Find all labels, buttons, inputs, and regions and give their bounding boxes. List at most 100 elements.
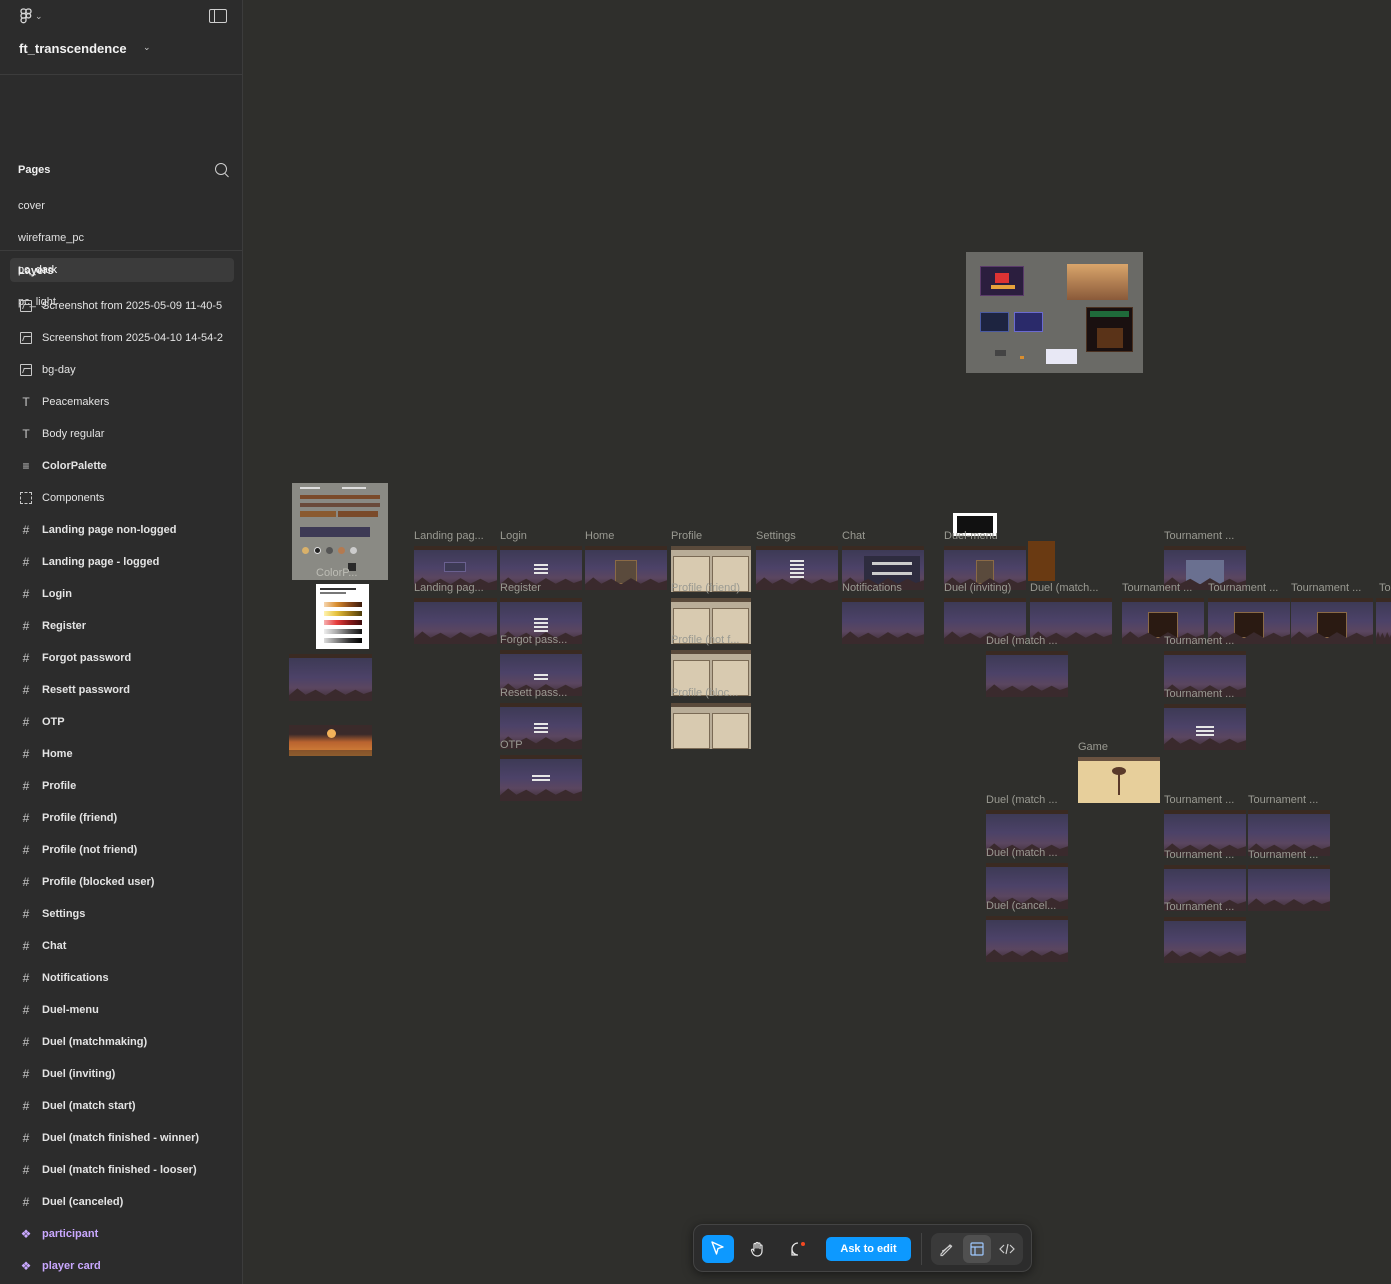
mode-switcher <box>931 1233 1023 1265</box>
colorpalette-frame[interactable] <box>292 483 388 580</box>
layer-item[interactable]: # Duel-menu <box>0 995 242 1027</box>
frame-landing-page-logged[interactable] <box>414 598 497 644</box>
frame-icon: # <box>22 843 30 857</box>
layer-item[interactable]: # Duel (canceled) <box>0 1187 242 1219</box>
layer-item[interactable]: # Duel (matchmaking) <box>0 1027 242 1059</box>
saloon-thumbnail <box>1086 307 1133 352</box>
move-tool-button[interactable] <box>702 1235 734 1263</box>
layer-item[interactable]: # Resett password <box>0 675 242 707</box>
layer-label: bg-day <box>42 364 76 376</box>
frame-icon: # <box>22 683 30 697</box>
frame-duel-canceled[interactable] <box>986 916 1068 962</box>
layer-item[interactable]: # Profile (not friend) <box>0 835 242 867</box>
layer-label: Duel (matchmaking) <box>42 1036 148 1048</box>
layer-item[interactable]: # Duel (match finished - winner) <box>0 1123 242 1155</box>
frame-icon: # <box>22 907 30 921</box>
layer-item[interactable]: # Profile (blocked user) <box>0 867 242 899</box>
layer-item[interactable]: # Landing page - logged <box>0 547 242 579</box>
layer-item[interactable]: # Chat <box>0 931 242 963</box>
layer-item[interactable]: # Home <box>0 739 242 771</box>
search-icon[interactable] <box>215 163 227 175</box>
frame-settings[interactable] <box>756 546 838 590</box>
page-item-cover[interactable]: cover <box>10 194 234 218</box>
sidebar-header: ⌄ ft_transcendence ⌄ <box>0 0 242 75</box>
frame-icon: # <box>22 1099 30 1113</box>
main-menu-button[interactable]: ⌄ <box>20 8 46 24</box>
draw-mode-button[interactable] <box>933 1235 961 1263</box>
hand-tool-button[interactable] <box>742 1235 774 1263</box>
western-town-thumbnail <box>1067 264 1128 300</box>
ask-to-edit-button[interactable]: Ask to edit <box>826 1237 911 1261</box>
layer-item[interactable]: ❖ player card <box>0 1251 242 1283</box>
layer-label: Profile (not friend) <box>42 844 138 856</box>
frame-tournament[interactable] <box>1164 917 1246 963</box>
frame-tournament[interactable] <box>1291 598 1373 644</box>
layer-item[interactable]: Components <box>0 483 242 515</box>
frame-label-duel-match-looser: Duel (match ... <box>986 847 1058 859</box>
layer-item[interactable]: T Peacemakers <box>0 387 242 419</box>
design-mode-button[interactable] <box>963 1235 991 1263</box>
screenshots-group[interactable] <box>966 252 1143 373</box>
layer-item[interactable]: # Profile (friend) <box>0 803 242 835</box>
frame-duel-match-start[interactable] <box>986 651 1068 697</box>
layer-item[interactable]: Screenshot from 2025-04-10 14-54-2 <box>0 323 242 355</box>
layer-item[interactable]: bg-day <box>0 355 242 387</box>
layer-label: Chat <box>42 940 67 952</box>
frame-game[interactable] <box>1078 757 1160 803</box>
layer-item[interactable]: ≡ ColorPalette <box>0 451 242 483</box>
frame-label-tournament: Tournament ... <box>1164 635 1235 647</box>
layer-item[interactable]: # Forgot password <box>0 643 242 675</box>
frame-icon: # <box>22 1131 30 1145</box>
palette-swatch-card[interactable] <box>316 584 369 649</box>
dev-mode-button[interactable] <box>993 1235 1021 1263</box>
layer-item[interactable]: # Register <box>0 611 242 643</box>
layer-item[interactable]: # Duel (inviting) <box>0 1059 242 1091</box>
left-sidebar: ⌄ ft_transcendence ⌄ Pages cover wirefra… <box>0 0 243 1284</box>
frame-tournament[interactable] <box>1248 865 1330 911</box>
layer-label: Settings <box>42 908 86 920</box>
layer-item[interactable]: # Landing page non-logged <box>0 515 242 547</box>
frame-otp[interactable] <box>500 755 582 801</box>
layer-label: player card <box>42 1260 101 1272</box>
frame-tournament[interactable] <box>1164 704 1246 750</box>
frame-notifications[interactable] <box>842 598 924 644</box>
frame-home[interactable] <box>585 546 667 590</box>
layer-item[interactable]: # Duel (match start) <box>0 1091 242 1123</box>
file-name[interactable]: ft_transcendence <box>19 41 127 56</box>
layer-item[interactable]: T Body regular <box>0 419 242 451</box>
frame-label-tournament: Tournament ... <box>1122 582 1193 594</box>
frame-tournament[interactable] <box>1376 598 1391 644</box>
text-icon: T <box>22 395 30 409</box>
screenshot-thumbnail <box>1014 312 1043 332</box>
layer-item[interactable]: Screenshot from 2025-05-09 11-40-5 <box>0 291 242 323</box>
layer-item[interactable]: # Login <box>0 579 242 611</box>
pages-title: Pages <box>18 164 51 176</box>
section-icon <box>20 492 32 504</box>
layer-item[interactable]: # Duel (match finished - looser) <box>0 1155 242 1187</box>
page-item-wireframe-pc[interactable]: wireframe_pc <box>10 226 234 250</box>
frame-label-duel-menu: Duel-menu <box>944 530 998 542</box>
bg-night-image[interactable] <box>289 654 372 701</box>
autolayout-icon: ≡ <box>22 459 30 473</box>
participant-component[interactable] <box>1028 541 1055 581</box>
layer-item[interactable]: # Profile <box>0 771 242 803</box>
layer-item[interactable]: # Settings <box>0 899 242 931</box>
comment-tool-button[interactable] <box>782 1235 814 1263</box>
layer-label: Profile (friend) <box>42 812 118 824</box>
file-menu-chevron-icon[interactable]: ⌄ <box>143 42 151 53</box>
frame-profile-blocked[interactable] <box>671 703 751 749</box>
layer-item[interactable]: # Notifications <box>0 963 242 995</box>
canvas[interactable]: ColorP... Landing pag... Landing pag... … <box>243 0 1391 1284</box>
screenshot-thumbnail <box>980 266 1024 296</box>
figma-logo-icon <box>20 8 32 24</box>
layer-label: ColorPalette <box>42 460 107 472</box>
screenshot-thumbnail <box>1020 356 1024 359</box>
colorpalette-label: ColorP... <box>316 567 358 579</box>
layer-label: Landing page - logged <box>42 556 160 568</box>
layer-item[interactable]: ❖ participant <box>0 1219 242 1251</box>
bg-day-image[interactable] <box>289 725 372 756</box>
frame-label-resett-password: Resett pass... <box>500 687 568 699</box>
layer-item[interactable]: # OTP <box>0 707 242 739</box>
pages-section: Pages cover wireframe_pc pc_dark pc_ligh… <box>0 75 242 308</box>
toggle-sidebar-icon[interactable] <box>209 9 227 23</box>
